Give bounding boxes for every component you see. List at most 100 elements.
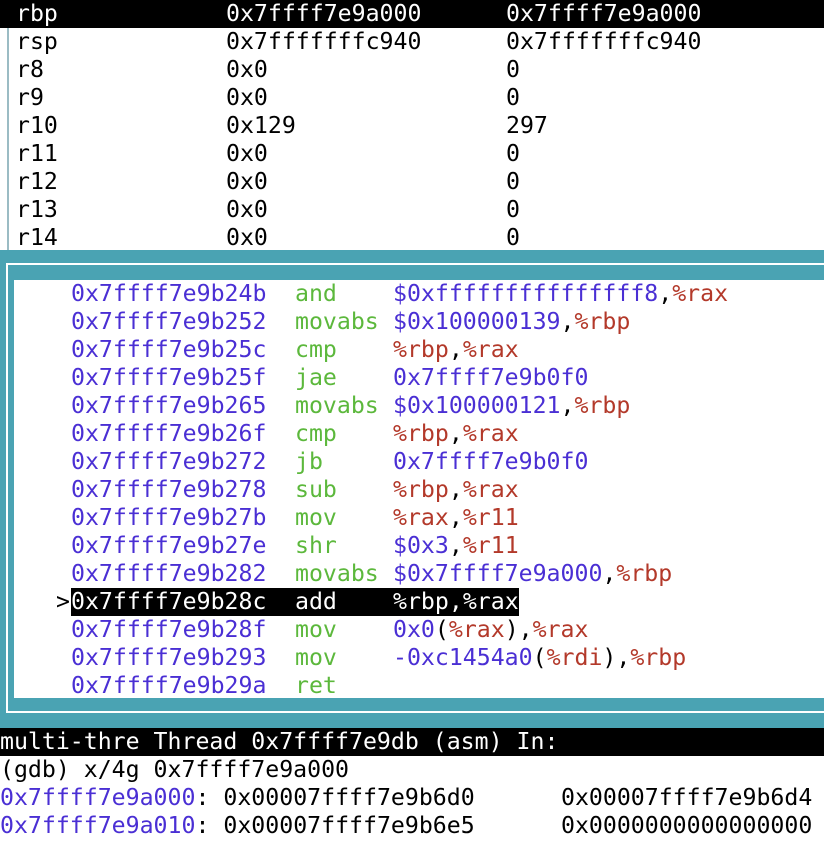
memory-value: 0x0000000000000000 bbox=[561, 812, 813, 839]
register-name: rsp bbox=[16, 28, 58, 55]
register-row[interactable]: r13 0x0 0 bbox=[0, 196, 824, 224]
operand-part: %rbp bbox=[574, 392, 631, 419]
asm-address: 0x7ffff7e9b252 bbox=[71, 308, 267, 335]
register-value: 0x7ffff7e9a000 bbox=[506, 0, 702, 27]
asm-opcode: ret bbox=[295, 672, 337, 699]
operand-part: %rdi bbox=[546, 644, 603, 671]
operand-part: , bbox=[560, 308, 575, 335]
operand-part: ( bbox=[532, 644, 547, 671]
register-hex: 0x0 bbox=[226, 84, 268, 111]
asm-line[interactable]: 0x7ffff7e9b24b and $0xfffffffffffffff8,%ra… bbox=[14, 280, 824, 308]
asm-line[interactable]: 0x7ffff7e9b27b mov %rax,%r11 bbox=[14, 504, 824, 532]
asm-address: 0x7ffff7e9b28f bbox=[71, 616, 267, 643]
register-row[interactable]: r11 0x0 0 bbox=[0, 140, 824, 168]
asm-address: 0x7ffff7e9b29a bbox=[71, 672, 267, 699]
operand-part: %rax bbox=[462, 476, 519, 503]
register-row[interactable]: r14 0x0 0 bbox=[0, 224, 824, 252]
asm-pane: 0x7ffff7e9b24b and $0xfffffffffffffff8,%ra… bbox=[0, 250, 824, 728]
asm-operands: %rbp,%rax bbox=[393, 588, 519, 616]
operand-part: %rax bbox=[462, 420, 519, 447]
asm-address: 0x7ffff7e9b278 bbox=[71, 476, 267, 503]
asm-line[interactable]: 0x7ffff7e9b28f mov 0x0(%rax),%rax bbox=[14, 616, 824, 644]
asm-address: 0x7ffff7e9b25f bbox=[71, 364, 267, 391]
operand-part: %rbp bbox=[393, 476, 449, 503]
current-instruction-marker: > bbox=[56, 588, 70, 615]
colon: : bbox=[195, 784, 210, 811]
gdb-command: (gdb) x/4g 0x7ffff7e9a000 bbox=[0, 756, 350, 783]
operand-part: , bbox=[448, 476, 463, 503]
operand-part: %rax bbox=[672, 280, 729, 307]
register-value: 0 bbox=[506, 140, 520, 167]
asm-operands: 0x7ffff7e9b0f0 bbox=[393, 448, 588, 476]
register-name: r10 bbox=[16, 112, 58, 139]
asm-line[interactable]: 0x7ffff7e9b25c cmp %rbp,%rax bbox=[14, 336, 824, 364]
asm-operands: 0x0(%rax),%rax bbox=[393, 616, 588, 644]
asm-address: 0x7ffff7e9b28c bbox=[71, 588, 267, 615]
asm-operands: $0xfffffffffffffff8,%rax bbox=[393, 280, 728, 308]
asm-opcode: cmp bbox=[295, 336, 337, 363]
asm-line[interactable]: 0x7ffff7e9b26f cmp %rbp,%rax bbox=[14, 420, 824, 448]
asm-operands: %rbp,%rax bbox=[393, 336, 519, 364]
register-row[interactable]: rsp 0x7fffffffc940 0x7fffffffc940 bbox=[0, 28, 824, 56]
asm-address: 0x7ffff7e9b272 bbox=[71, 448, 267, 475]
memory-value: 0x00007ffff7e9b6e5 bbox=[223, 812, 475, 839]
asm-line[interactable]: 0x7ffff7e9b293 mov -0xc1454a0(%rdi),%rbp bbox=[14, 644, 824, 672]
operand-part: $0x100000121 bbox=[393, 392, 561, 419]
asm-line[interactable]: 0x7ffff7e9b252 movabs $0x100000139,%rbp bbox=[14, 308, 824, 336]
register-value: 297 bbox=[506, 112, 548, 139]
asm-opcode: mov bbox=[295, 616, 337, 643]
operand-part: %rax bbox=[448, 616, 505, 643]
asm-line[interactable]: 0x7ffff7e9b25f jae 0x7ffff7e9b0f0 bbox=[14, 364, 824, 392]
operand-part: $0x100000139 bbox=[393, 308, 561, 335]
asm-address: 0x7ffff7e9b27e bbox=[71, 532, 267, 559]
asm-operands: -0xc1454a0(%rdi),%rbp bbox=[393, 644, 686, 672]
asm-operands: 0x7ffff7e9b0f0 bbox=[393, 364, 588, 392]
register-row[interactable]: r12 0x0 0 bbox=[0, 168, 824, 196]
register-name: r8 bbox=[16, 56, 44, 83]
asm-address: 0x7ffff7e9b26f bbox=[71, 420, 267, 447]
memory-value: 0x00007ffff7e9b6d0 bbox=[223, 784, 475, 811]
operand-part: %rbp bbox=[574, 308, 631, 335]
operand-part: , bbox=[448, 532, 463, 559]
asm-line[interactable]: 0x7ffff7e9b265 movabs $0x100000121,%rbp bbox=[14, 392, 824, 420]
operand-part: %rbp bbox=[616, 560, 673, 587]
asm-line[interactable]: 0x7ffff7e9b272 jb 0x7ffff7e9b0f0 bbox=[14, 448, 824, 476]
register-row[interactable]: rbp 0x7ffff7e9a000 0x7ffff7e9a000 bbox=[0, 0, 824, 28]
asm-line[interactable]: 0x7ffff7e9b29a ret bbox=[14, 672, 824, 700]
asm-line[interactable]: 0x7ffff7e9b27e shr $0x3,%r11 bbox=[14, 532, 824, 560]
register-hex: 0x0 bbox=[226, 140, 268, 167]
status-bar: multi-thre Thread 0x7ffff7e9db (asm) In: bbox=[0, 728, 824, 756]
memory-dump-line: 0x7ffff7e9a010: 0x00007ffff7e9b6e5 0x0000… bbox=[0, 812, 824, 840]
asm-line[interactable]: >0x7ffff7e9b28c add %rbp,%rax bbox=[14, 588, 824, 616]
register-row[interactable]: r8 0x0 0 bbox=[0, 56, 824, 84]
register-hex: 0x0 bbox=[226, 56, 268, 83]
register-value: 0 bbox=[506, 196, 520, 223]
operand-part: %rax bbox=[462, 336, 519, 363]
asm-line[interactable]: 0x7ffff7e9b282 movabs $0x7ffff7e9a000,%rbp bbox=[14, 560, 824, 588]
asm-line[interactable]: 0x7ffff7e9b278 sub %rbp,%rax bbox=[14, 476, 824, 504]
asm-listing: 0x7ffff7e9b24b and $0xfffffffffffffff8,%ra… bbox=[14, 280, 824, 700]
register-name: r13 bbox=[16, 196, 58, 223]
asm-address: 0x7ffff7e9b265 bbox=[71, 392, 267, 419]
operand-part: -0xc1454a0 bbox=[393, 644, 533, 671]
operand-part: %rax bbox=[462, 588, 519, 615]
asm-address: 0x7ffff7e9b293 bbox=[71, 644, 267, 671]
register-name: r11 bbox=[16, 140, 58, 167]
register-name: r14 bbox=[16, 224, 58, 251]
register-value: 0 bbox=[506, 224, 520, 251]
operand-part: 0x7ffff7e9b0f0 bbox=[393, 364, 589, 391]
register-value: 0 bbox=[506, 56, 520, 83]
asm-opcode: mov bbox=[295, 644, 337, 671]
asm-operands: $0x100000121,%rbp bbox=[393, 392, 630, 420]
memory-address: 0x7ffff7e9a000 bbox=[0, 784, 196, 811]
register-row[interactable]: r10 0x129 297 bbox=[0, 112, 824, 140]
operand-part: %r11 bbox=[462, 504, 519, 531]
operand-part: %r11 bbox=[462, 532, 519, 559]
register-value: 0x7fffffffc940 bbox=[506, 28, 702, 55]
operand-part: , bbox=[448, 504, 463, 531]
register-row[interactable]: r9 0x0 0 bbox=[0, 84, 824, 112]
operand-part: ( bbox=[434, 616, 449, 643]
asm-operands: $0x100000139,%rbp bbox=[393, 308, 630, 336]
asm-opcode: movabs bbox=[295, 560, 379, 587]
asm-opcode: movabs bbox=[295, 308, 379, 335]
